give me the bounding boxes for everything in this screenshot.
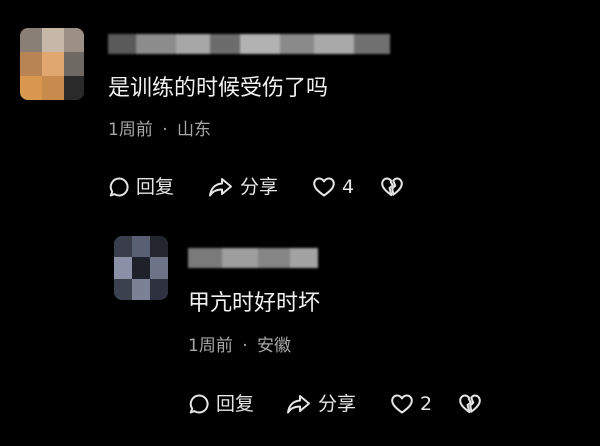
comment-text: 甲亢时好时坏	[188, 291, 321, 316]
like-button[interactable]: 4	[312, 176, 354, 198]
comment-meta: 1周前 · 安徽	[188, 336, 291, 356]
share-label: 分享	[318, 393, 357, 415]
reply-label: 回复	[136, 176, 175, 198]
comment-time: 1周前	[188, 336, 233, 356]
heart-outline-icon	[313, 177, 335, 197]
like-button[interactable]: 2	[390, 393, 432, 415]
username-redacted[interactable]	[108, 34, 390, 54]
username-redacted[interactable]	[188, 248, 318, 268]
comment-location: 山东	[177, 120, 212, 140]
share-arrow-icon	[287, 395, 310, 414]
share-button[interactable]: 分享	[208, 176, 278, 198]
dislike-button[interactable]	[458, 393, 482, 415]
share-arrow-icon	[209, 178, 232, 197]
like-count: 4	[342, 176, 355, 198]
avatar[interactable]	[20, 28, 84, 100]
heart-outline-icon	[391, 394, 413, 414]
avatar[interactable]	[114, 236, 168, 300]
comment-bubble-icon	[109, 177, 129, 197]
reply-button[interactable]: 回复	[108, 176, 174, 198]
dislike-button[interactable]	[380, 176, 404, 198]
comment-bubble-icon	[189, 394, 209, 414]
comment-thread: 是训练的时候受伤了吗 1周前 · 山东 回复 分享 4 甲亢时好时坏 1周前 ·…	[0, 0, 600, 446]
broken-heart-icon	[381, 177, 403, 197]
meta-separator: ·	[162, 120, 168, 140]
meta-separator: ·	[242, 336, 248, 356]
broken-heart-icon	[459, 394, 481, 414]
share-button[interactable]: 分享	[286, 393, 356, 415]
like-count: 2	[420, 393, 433, 415]
reply-label: 回复	[216, 393, 255, 415]
comment-meta: 1周前 · 山东	[108, 120, 211, 140]
reply-button[interactable]: 回复	[188, 393, 254, 415]
comment-text: 是训练的时候受伤了吗	[108, 76, 329, 101]
comment-time: 1周前	[108, 120, 153, 140]
share-label: 分享	[240, 176, 279, 198]
comment-location: 安徽	[257, 336, 292, 356]
